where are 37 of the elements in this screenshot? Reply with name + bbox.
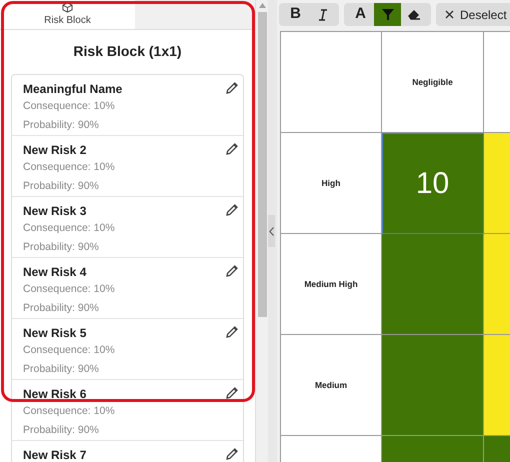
edit-icon[interactable] <box>225 446 239 461</box>
consequence-text: Consequence: 10% <box>23 342 116 358</box>
italic-icon <box>318 8 328 20</box>
edit-icon[interactable] <box>225 324 239 339</box>
edit-icon[interactable] <box>225 80 239 95</box>
consequence-text: Consequence: 10% <box>23 98 116 114</box>
probability-text: Probability: 90% <box>23 300 100 316</box>
matrix-cell[interactable] <box>382 234 484 335</box>
risk-name: New Risk 7 <box>23 446 88 462</box>
risk-name: New Risk 5 <box>23 324 88 341</box>
consequence-text: Consequence: 10% <box>23 220 116 236</box>
consequence-text: Consequence: 10% <box>23 160 116 175</box>
collapse-handle[interactable] <box>268 215 275 247</box>
fill-color-button[interactable] <box>374 3 401 26</box>
probability-text: Probability: 90% <box>23 362 100 377</box>
matrix-cell[interactable]: 10 <box>382 133 484 234</box>
risk-name: New Risk 4 <box>23 264 88 280</box>
consequence-text: Consequence: 10% <box>23 404 116 419</box>
cube-icon <box>62 2 73 12</box>
edit-icon[interactable] <box>225 142 239 156</box>
edit-icon[interactable] <box>225 264 239 278</box>
risk-name: New Risk 6 <box>23 386 88 402</box>
eraser-icon <box>408 9 421 20</box>
probability-text: Probability: 90% <box>23 178 100 194</box>
probability-text: Probability: 90% <box>23 118 100 133</box>
funnel-icon <box>382 9 394 20</box>
panel-title: Risk Block (1x1) <box>72 42 183 61</box>
consequence-text: Consequence: 10% <box>23 282 116 297</box>
probability-text: Probability: 90% <box>23 422 100 438</box>
risk-name: New Risk 3 <box>23 202 88 219</box>
matrix-cell[interactable] <box>382 335 484 436</box>
close-icon <box>445 10 454 19</box>
edit-icon[interactable] <box>225 202 239 217</box>
risk-name: New Risk 2 <box>23 142 88 158</box>
probability-text: Probability: 90% <box>23 240 100 255</box>
edit-icon[interactable] <box>225 386 239 400</box>
risk-name: Meaningful Name <box>23 80 124 97</box>
